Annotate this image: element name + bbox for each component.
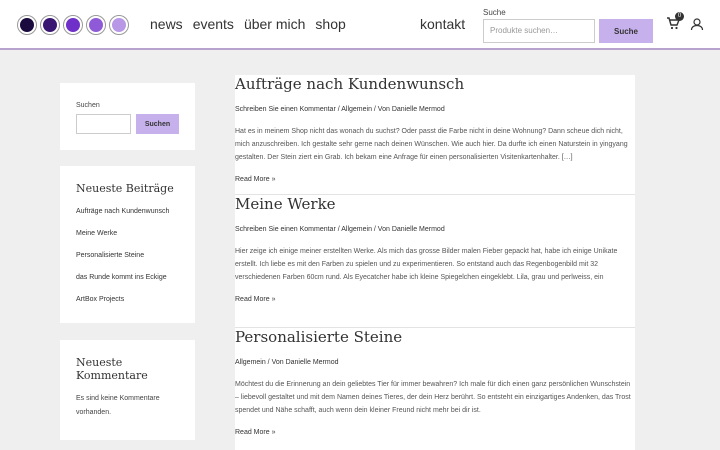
nav-news[interactable]: news xyxy=(150,16,183,32)
logo-dot xyxy=(109,15,129,35)
post-title[interactable]: Aufträge nach Kundenwunsch xyxy=(235,75,635,93)
recent-posts-title: Neueste Beiträge xyxy=(76,182,174,195)
post-item: Meine Werke Schreiben Sie einen Kommenta… xyxy=(235,195,635,328)
recent-posts-widget: Neueste Beiträge Aufträge nach Kundenwun… xyxy=(60,166,195,323)
recent-comments-widget: Neueste Kommentare Es sind keine Komment… xyxy=(60,340,195,440)
post-meta: Schreiben Sie einen Kommentar / Allgemei… xyxy=(235,226,445,233)
post-title[interactable]: Meine Werke xyxy=(235,195,635,213)
nav-kontakt[interactable]: kontakt xyxy=(420,16,465,32)
logo-dot xyxy=(40,15,60,35)
sidebar-search-label: Suchen xyxy=(76,102,100,109)
recent-comments-text: Es sind keine Kommentare vorhanden. xyxy=(76,395,160,416)
sidebar-search-button[interactable]: Suchen xyxy=(136,114,179,134)
main-nav: news events über mich shop xyxy=(150,16,346,32)
read-more-link[interactable]: Read More » xyxy=(235,296,635,303)
post-meta: Allgemein / Von Danielle Mermod xyxy=(235,359,339,366)
logo-dot xyxy=(17,15,37,35)
sidebar-search-input[interactable] xyxy=(76,114,131,134)
nav-ueber-mich[interactable]: über mich xyxy=(244,16,305,32)
header-search-button[interactable]: Suche xyxy=(599,19,653,43)
post-excerpt: Hier zeige ich einige meiner erstellten … xyxy=(235,248,618,281)
post-item: Personalisierte Steine Allgemein / Von D… xyxy=(235,328,635,450)
sidebar-search-widget: Suchen Suchen xyxy=(60,83,195,150)
recent-comments-title: Neueste Kommentare xyxy=(76,356,148,382)
header-search-label: Suche xyxy=(483,8,506,17)
logo-dot xyxy=(86,15,106,35)
logo-dot xyxy=(63,15,83,35)
user-icon[interactable] xyxy=(690,17,704,31)
recent-post-link[interactable]: Meine Werke xyxy=(76,227,179,249)
post-excerpt: Möchtest du die Erinnerung an dein gelie… xyxy=(235,381,631,414)
recent-post-link[interactable]: Personalisierte Steine xyxy=(76,249,179,271)
recent-post-link[interactable]: Aufträge nach Kundenwunsch xyxy=(76,205,179,227)
header-search-input[interactable]: Produkte suchen… xyxy=(483,19,595,43)
read-more-link[interactable]: Read More » xyxy=(235,429,635,436)
cart-count-badge: 0 xyxy=(675,12,684,21)
post-item: Aufträge nach Kundenwunsch Schreiben Sie… xyxy=(235,75,635,195)
recent-post-link[interactable]: ArtBox Projects xyxy=(76,293,179,315)
site-logo[interactable] xyxy=(17,15,129,35)
post-meta: Schreiben Sie einen Kommentar / Allgemei… xyxy=(235,106,445,113)
read-more-link[interactable]: Read More » xyxy=(235,176,635,183)
site-header: news events über mich shop kontakt Suche… xyxy=(0,0,720,50)
nav-events[interactable]: events xyxy=(193,16,234,32)
post-title[interactable]: Personalisierte Steine xyxy=(235,328,635,346)
post-excerpt: Hat es in meinem Shop nicht das wonach d… xyxy=(235,128,628,161)
recent-posts-list: Aufträge nach Kundenwunsch Meine Werke P… xyxy=(76,205,179,315)
post-list: Aufträge nach Kundenwunsch Schreiben Sie… xyxy=(235,75,635,450)
recent-post-link[interactable]: das Runde kommt ins Eckige xyxy=(76,271,179,293)
nav-shop[interactable]: shop xyxy=(315,16,345,32)
